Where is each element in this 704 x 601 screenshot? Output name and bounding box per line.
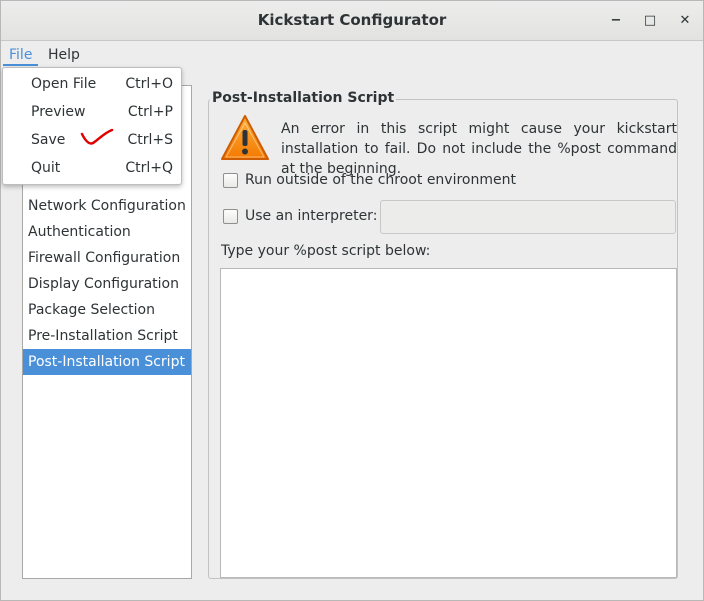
maximize-button[interactable]: □ <box>640 11 660 31</box>
title-bar: Kickstart Configurator − □ ✕ <box>1 1 703 41</box>
sidebar-item-post-installation-script[interactable]: Post-Installation Script <box>23 349 191 375</box>
chroot-checkbox-label[interactable]: Run outside of the chroot environment <box>245 172 516 188</box>
menu-item-preview[interactable]: Preview Ctrl+P <box>3 98 181 126</box>
menu-item-quit-shortcut: Ctrl+Q <box>125 160 173 176</box>
menu-bar: File Help <box>1 41 703 67</box>
sidebar-item-network-configuration[interactable]: Network Configuration <box>23 193 191 219</box>
menu-item-save-shortcut: Ctrl+S <box>127 132 173 148</box>
menu-item-open-file[interactable]: Open File Ctrl+O <box>3 70 181 98</box>
interpreter-checkbox-label[interactable]: Use an interpreter: <box>245 208 377 224</box>
post-script-textarea[interactable] <box>220 268 677 578</box>
file-menu-dropdown: Open File Ctrl+O Preview Ctrl+P Save Ctr… <box>2 67 182 185</box>
chroot-checkbox[interactable] <box>223 173 238 188</box>
script-label: Type your %post script below: <box>221 243 431 259</box>
checkmark-annotation-icon <box>80 128 114 145</box>
menu-item-preview-label: Preview <box>31 104 86 120</box>
menu-item-preview-shortcut: Ctrl+P <box>127 104 173 120</box>
sidebar-item-display-configuration[interactable]: Display Configuration <box>23 271 191 297</box>
warning-message: An error in this script might cause your… <box>281 121 677 177</box>
menu-item-open-file-shortcut: Ctrl+O <box>125 76 173 92</box>
menu-item-save-label: Save <box>31 132 66 148</box>
panel-title: Post-Installation Script <box>210 90 397 106</box>
menu-item-open-file-label: Open File <box>31 76 97 92</box>
menu-file[interactable]: File <box>3 44 39 66</box>
window-title: Kickstart Configurator <box>257 11 447 29</box>
menu-item-quit-label: Quit <box>31 160 61 176</box>
interpreter-checkbox[interactable] <box>223 209 238 224</box>
app-window: Kickstart Configurator − □ ✕ File Help P… <box>0 0 704 601</box>
interpreter-input[interactable] <box>380 200 676 234</box>
sidebar-item-firewall-configuration[interactable]: Firewall Configuration <box>23 245 191 271</box>
menu-help[interactable]: Help <box>42 44 86 66</box>
close-button[interactable]: ✕ <box>675 11 695 31</box>
sidebar-item-package-selection[interactable]: Package Selection <box>23 297 191 323</box>
sidebar-item-pre-installation-script[interactable]: Pre-Installation Script <box>23 323 191 349</box>
minimize-button[interactable]: − <box>606 11 626 31</box>
menu-item-quit[interactable]: Quit Ctrl+Q <box>3 154 181 182</box>
sidebar-item-authentication[interactable]: Authentication <box>23 219 191 245</box>
warning-triangle-icon <box>221 115 269 160</box>
